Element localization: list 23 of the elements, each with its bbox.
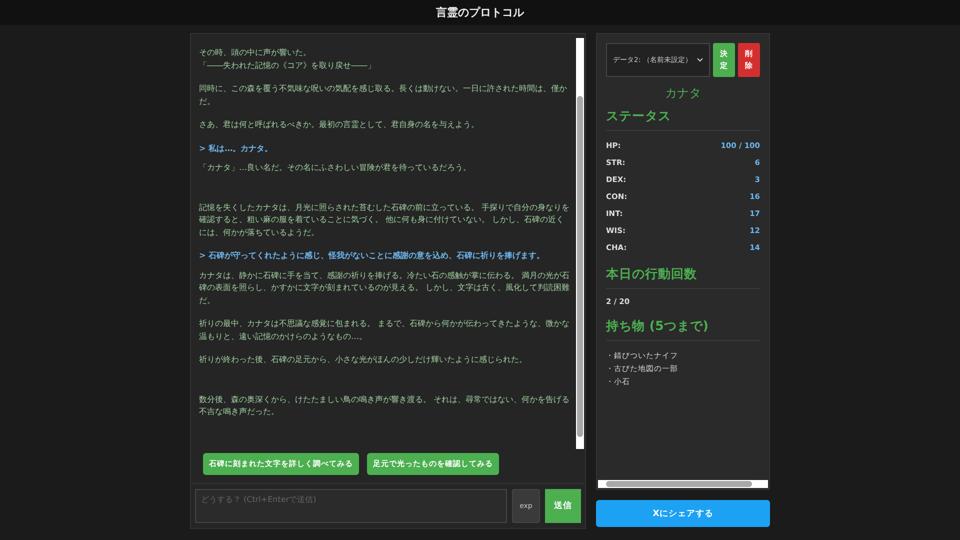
send-button[interactable]: 送信 [545, 489, 581, 523]
horizontal-scrollbar[interactable] [598, 480, 768, 488]
story-paragraph: さあ、君は何と呼ばれるべきか。最初の言霊として、君自身の名を与えよう。 [199, 118, 480, 130]
story-line: 「――失われた記憶の《コア》を取り戻せ――」 [199, 58, 376, 71]
story-line: その時、頭の中に声が響いた。 [199, 46, 312, 58]
player-input-line: > 石碑が守ってくれたように感じ、怪我がないことに感謝の意を込め、石碑に祈りを捧げます。 [199, 249, 546, 262]
story-paragraph: 数分後、森の奥深くから、けたたましい鳥の鳴き声が響き渡る。 それは、尋常ではない、何かを告げる不吉な鳴き声だった。 [199, 392, 570, 418]
action-input-field[interactable]: どうする？ (Ctrl+Enterで送信) [195, 489, 507, 523]
dropdown-caret-icon [697, 58, 703, 62]
story-paragraph: 記憶を失くしたカナタは、月光に照らされた苔むした石碑の前に立っている。 手探りで自分の身なりを確認すると、粗い麻の服を着ていることに気づく。 他に何も身に付けていない。 しかし、石碑の近くには、何かが落ちているようだ。 [199, 200, 570, 238]
character-name: カナタ [664, 85, 702, 102]
status-heading: ステータス [606, 108, 760, 131]
inventory-heading: 持ち物 (5つまで) [606, 318, 760, 341]
player-input-line: > 私は…。カナタ。 [199, 142, 274, 154]
app-title: 言霊のプロトコル [436, 5, 524, 20]
story-paragraph: カナタは、静かに石碑に手を当て、感謝の祈りを捧げる。冷たい石の感触が掌に伝わる。 満月の光が石碑の表面を照らし、かすかに文字が刻まれているのが見える。 しかし、文字は古く、風化して判読困難だ。 [199, 268, 570, 306]
actions-heading: 本日の行動回数 [606, 266, 760, 289]
story-paragraph: 「カナタ」…良い名だ。その名にふさわしい冒険が君を待っているだろう。 [199, 161, 472, 174]
vertical-scrollbar[interactable] [576, 38, 584, 449]
story-paragraph: 祈りが終わった後、石碑の足元から、小さな光がほんの少しだけ輝いたように感じられた。 [199, 353, 528, 366]
story-paragraph: 同時に、この森を覆う不気味な呪いの気配を感じ取る。長くは動けない。一日に許された時間は、僅かだ。 [199, 82, 568, 107]
story-paragraph: 祈りの最中、カナタは不思議な感覚に包まれる。 まるで、石碑から何かが伝わってきたような、微かな温もりと、遠い記憶のかけらのようなもの…。 [199, 317, 570, 342]
share-button[interactable]: Xにシェアする [596, 500, 770, 527]
